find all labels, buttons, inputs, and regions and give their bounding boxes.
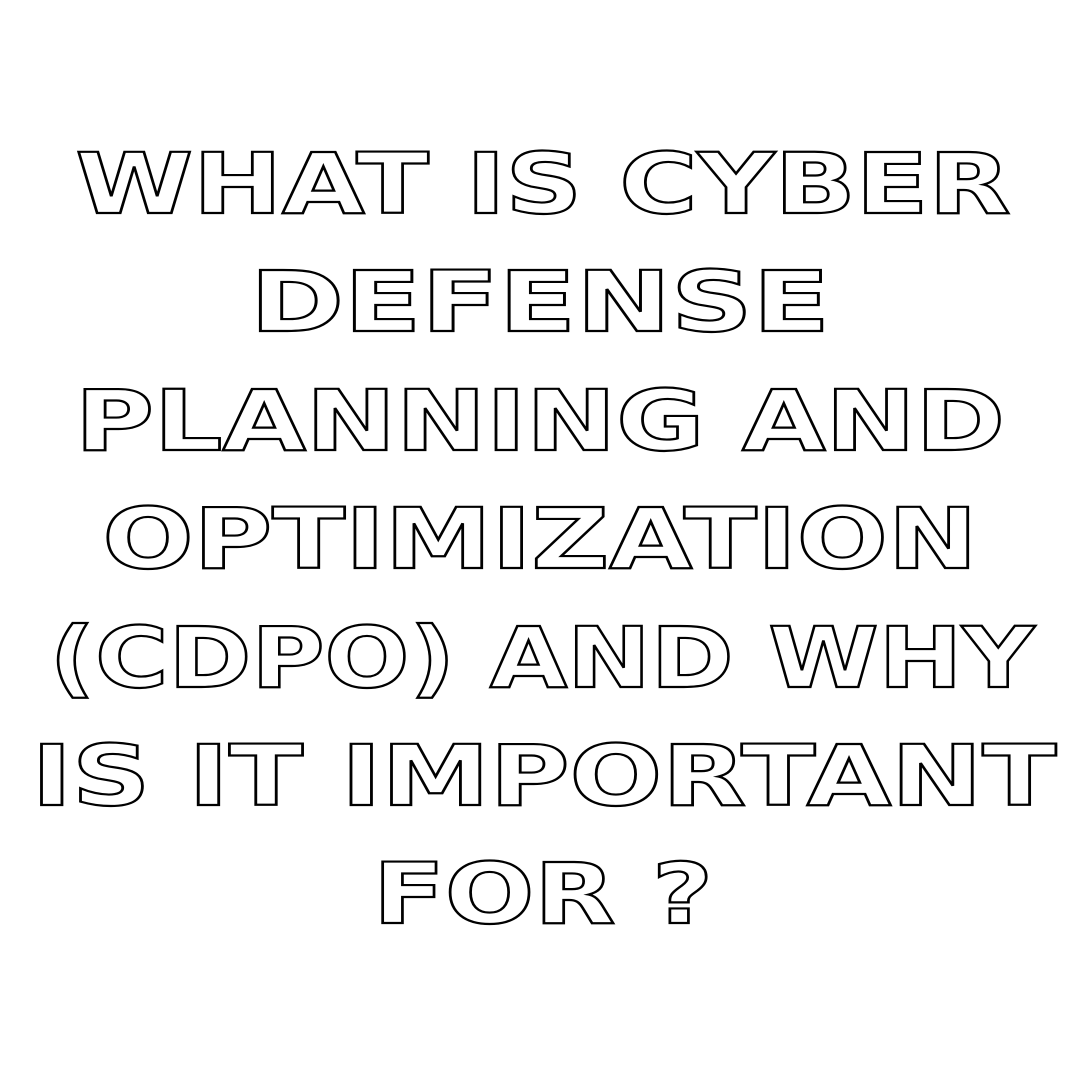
headline-line-3: PLANNING AND <box>75 372 1005 470</box>
headline-line-1: WHAT IS CYBER <box>76 135 1011 233</box>
headline-line-5: (CDPO) AND WHY <box>50 609 1036 707</box>
headline-line-6: IS IT IMPORTANT <box>32 727 1057 825</box>
headline-line-2: DEFENSE <box>250 253 830 351</box>
headline-title: WHAT IS CYBER DEFENSE PLANNING AND OPTIM… <box>30 134 1057 944</box>
headline-line-7: FOR ? <box>373 845 713 943</box>
headline-line-4: OPTIMIZATION <box>103 490 978 588</box>
